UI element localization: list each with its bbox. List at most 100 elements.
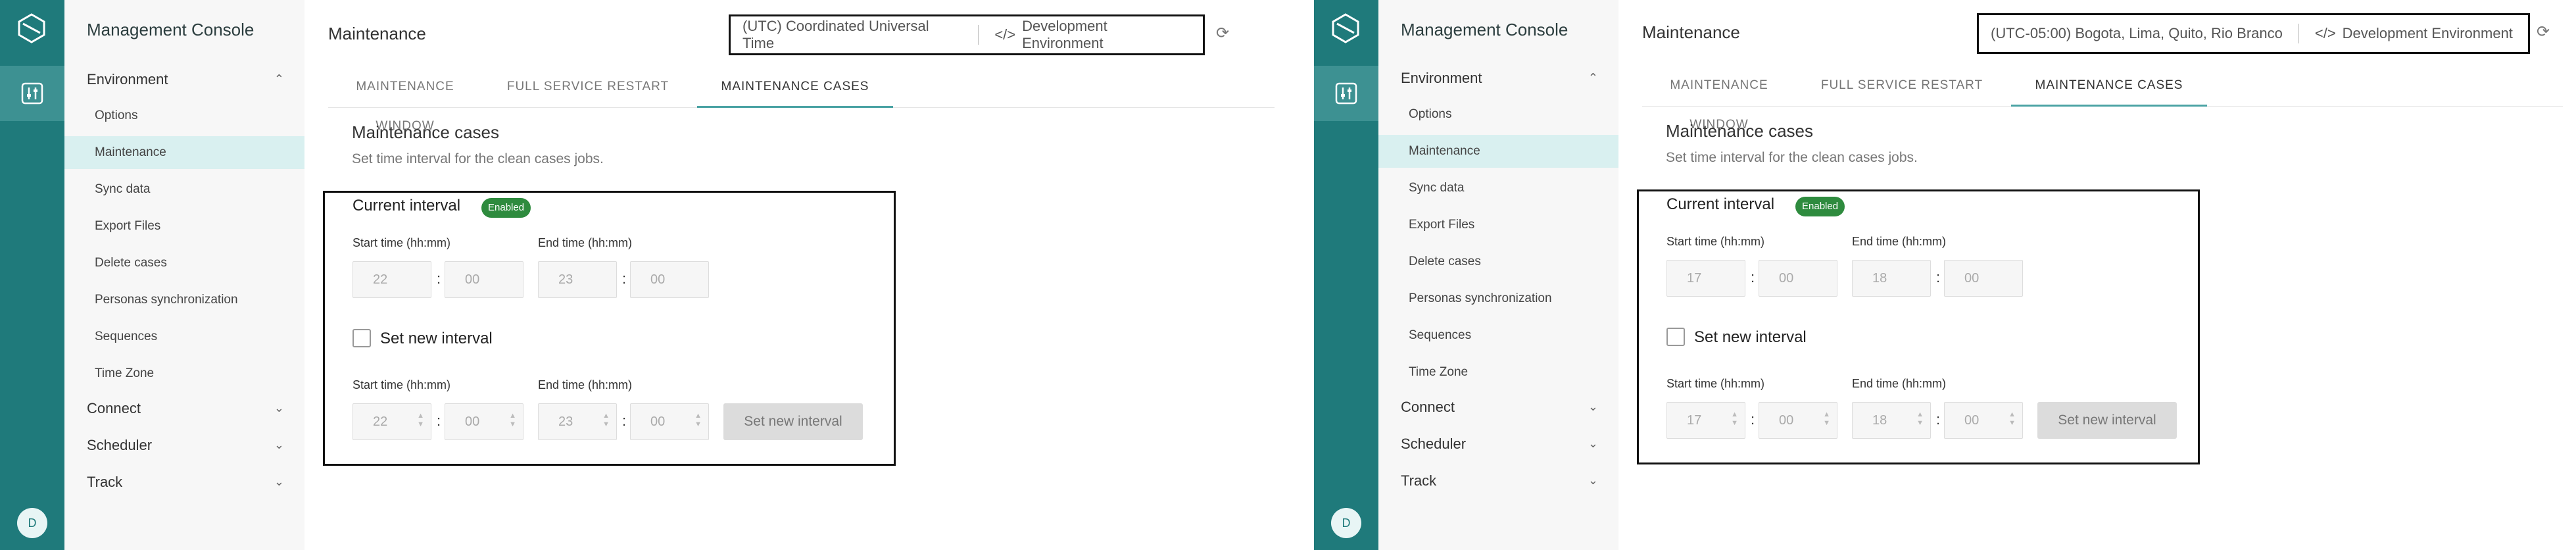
set-new-interval-label: Set new interval — [1694, 328, 1807, 346]
end-time-label: End time (hh:mm) — [1852, 235, 1947, 248]
nav-item-sync-data[interactable]: Sync data — [64, 173, 304, 206]
environment-selector[interactable]: (UTC-05:00) Bogota, Lima, Quito, Rio Bra… — [1977, 13, 2530, 54]
new-end-minute-stepper[interactable]: 00 ▲ ▼ — [630, 403, 709, 440]
nav-item-sync-data[interactable]: Sync data — [1378, 172, 1618, 205]
tab-full-service-restart[interactable]: FULL SERVICE RESTART — [499, 67, 677, 108]
refresh-icon[interactable]: ⟳ — [1216, 24, 1229, 43]
section-title: Maintenance cases — [352, 122, 500, 142]
stepper-value: 18 — [1872, 413, 1887, 428]
time-colon: : — [1751, 269, 1755, 286]
nav-item-export-files[interactable]: Export Files — [64, 210, 304, 243]
current-start-minute: 00 — [445, 261, 523, 298]
new-start-minute-stepper[interactable]: 00 ▲ ▼ — [1759, 402, 1837, 439]
new-end-hour-stepper[interactable]: 18 ▲ ▼ — [1852, 402, 1931, 439]
nav-group-label: Environment — [1401, 70, 1482, 86]
nav-group-environment[interactable]: Environment ⌃ — [87, 71, 284, 88]
nav-item-maintenance[interactable]: Maintenance — [1378, 135, 1618, 168]
nav-item-options[interactable]: Options — [64, 99, 304, 132]
stepper-value: 23 — [558, 414, 573, 429]
nav-group-connect[interactable]: Connect ⌄ — [1401, 399, 1598, 416]
app-logo-icon — [1332, 13, 1359, 43]
tab-maintenance-cases[interactable]: MAINTENANCE CASES — [2011, 66, 2207, 107]
stepper-arrows-icon[interactable]: ▲ ▼ — [417, 412, 424, 429]
new-start-minute-stepper[interactable]: 00 ▲ ▼ — [445, 403, 523, 440]
console-window-bogota: D Management Console Environment ⌃ Optio… — [1314, 0, 2576, 550]
time-colon: : — [437, 413, 441, 429]
time-colon: : — [437, 270, 441, 287]
user-avatar[interactable]: D — [17, 508, 47, 538]
tab-maintenance-window[interactable]: MAINTENANCE WINDOW — [328, 67, 482, 133]
nav-item-maintenance[interactable]: Maintenance — [64, 136, 304, 169]
chevron-down-icon: ⌄ — [1588, 400, 1598, 413]
stepper-arrows-icon[interactable]: ▲ ▼ — [1823, 411, 1830, 428]
nav-group-environment[interactable]: Environment ⌃ — [1401, 70, 1598, 87]
side-navigation: Management Console Environment ⌃ Options… — [1378, 0, 1618, 550]
current-start-hour: 17 — [1666, 260, 1745, 297]
console-title: Management Console — [87, 20, 255, 39]
set-new-interval-checkbox[interactable] — [1666, 328, 1685, 346]
current-start-minute: 00 — [1759, 260, 1837, 297]
set-new-interval-checkbox[interactable] — [352, 329, 371, 347]
nav-item-sequences[interactable]: Sequences — [1378, 319, 1618, 352]
new-end-minute-stepper[interactable]: 00 ▲ ▼ — [1944, 402, 2023, 439]
environment-selector[interactable]: (UTC) Coordinated Universal Time </> Dev… — [729, 14, 1205, 55]
time-colon: : — [622, 413, 627, 429]
nav-item-export-files[interactable]: Export Files — [1378, 209, 1618, 241]
settings-nav-button[interactable] — [0, 66, 64, 121]
chevron-up-icon: ⌃ — [1588, 71, 1598, 84]
tab-full-service-restart[interactable]: FULL SERVICE RESTART — [1813, 66, 1991, 107]
stepper-arrows-icon[interactable]: ▲ ▼ — [2008, 411, 2016, 428]
nav-item-personas-sync[interactable]: Personas synchronization — [64, 284, 304, 316]
stepper-arrows-icon[interactable]: ▲ ▼ — [1731, 411, 1738, 428]
new-end-hour-stepper[interactable]: 23 ▲ ▼ — [538, 403, 617, 440]
stepper-value: 00 — [1964, 413, 1980, 428]
nav-group-track[interactable]: Track ⌄ — [1401, 472, 1598, 489]
stepper-arrows-icon[interactable]: ▲ ▼ — [1916, 411, 1924, 428]
divider — [978, 25, 979, 45]
user-avatar[interactable]: D — [1331, 508, 1361, 538]
stepper-value: 17 — [1687, 413, 1702, 428]
stepper-arrows-icon[interactable]: ▲ ▼ — [602, 412, 610, 429]
stepper-value: 00 — [650, 414, 666, 429]
nav-item-sequences[interactable]: Sequences — [64, 320, 304, 353]
nav-item-delete-cases[interactable]: Delete cases — [1378, 245, 1618, 278]
app-logo-icon — [18, 13, 45, 43]
nav-item-time-zone[interactable]: Time Zone — [1378, 356, 1618, 389]
nav-group-label: Environment — [87, 71, 168, 88]
sliders-icon — [21, 82, 43, 105]
nav-group-connect[interactable]: Connect ⌄ — [87, 400, 284, 417]
time-colon: : — [622, 270, 627, 287]
side-navigation: Management Console Environment ⌃ Options… — [64, 0, 304, 550]
nav-item-personas-sync[interactable]: Personas synchronization — [1378, 282, 1618, 315]
nav-group-scheduler[interactable]: Scheduler ⌄ — [1401, 436, 1598, 453]
page-title: Maintenance — [328, 24, 426, 43]
icon-rail: D — [0, 0, 64, 550]
set-new-interval-label: Set new interval — [380, 330, 493, 347]
section-description: Set time interval for the clean cases jo… — [1666, 150, 1918, 165]
new-start-hour-stepper[interactable]: 17 ▲ ▼ — [1666, 402, 1745, 439]
nav-item-options[interactable]: Options — [1378, 98, 1618, 131]
nav-item-time-zone[interactable]: Time Zone — [64, 357, 304, 390]
current-end-hour: 18 — [1852, 260, 1931, 297]
environment-label: Development Environment — [2342, 25, 2513, 41]
page-title: Maintenance — [1642, 22, 1740, 42]
set-new-interval-button[interactable]: Set new interval — [723, 403, 863, 440]
refresh-icon[interactable]: ⟳ — [2537, 22, 2550, 41]
stepper-arrows-icon[interactable]: ▲ ▼ — [509, 412, 516, 429]
nav-group-track[interactable]: Track ⌄ — [87, 474, 284, 491]
status-badge: Enabled — [1795, 197, 1845, 216]
tab-maintenance-cases[interactable]: MAINTENANCE CASES — [697, 67, 893, 108]
section-description: Set time interval for the clean cases jo… — [352, 151, 604, 166]
stepper-arrows-icon[interactable]: ▲ ▼ — [694, 412, 702, 429]
set-new-interval-button[interactable]: Set new interval — [2037, 402, 2177, 439]
nav-group-scheduler[interactable]: Scheduler ⌄ — [87, 437, 284, 454]
nav-item-delete-cases[interactable]: Delete cases — [64, 247, 304, 280]
top-bar: Maintenance (UTC-05:00) Bogota, Lima, Qu… — [1618, 0, 2576, 66]
settings-nav-button[interactable] — [1314, 66, 1378, 121]
chevron-down-icon: ⌄ — [274, 438, 284, 451]
interval-card: Current interval Enabled Start time (hh:… — [1637, 189, 2200, 464]
chevron-up-icon: ⌃ — [274, 72, 284, 86]
tab-maintenance-window[interactable]: MAINTENANCE WINDOW — [1642, 66, 1796, 132]
new-start-hour-stepper[interactable]: 22 ▲ ▼ — [352, 403, 431, 440]
current-interval-title: Current interval — [352, 197, 461, 214]
